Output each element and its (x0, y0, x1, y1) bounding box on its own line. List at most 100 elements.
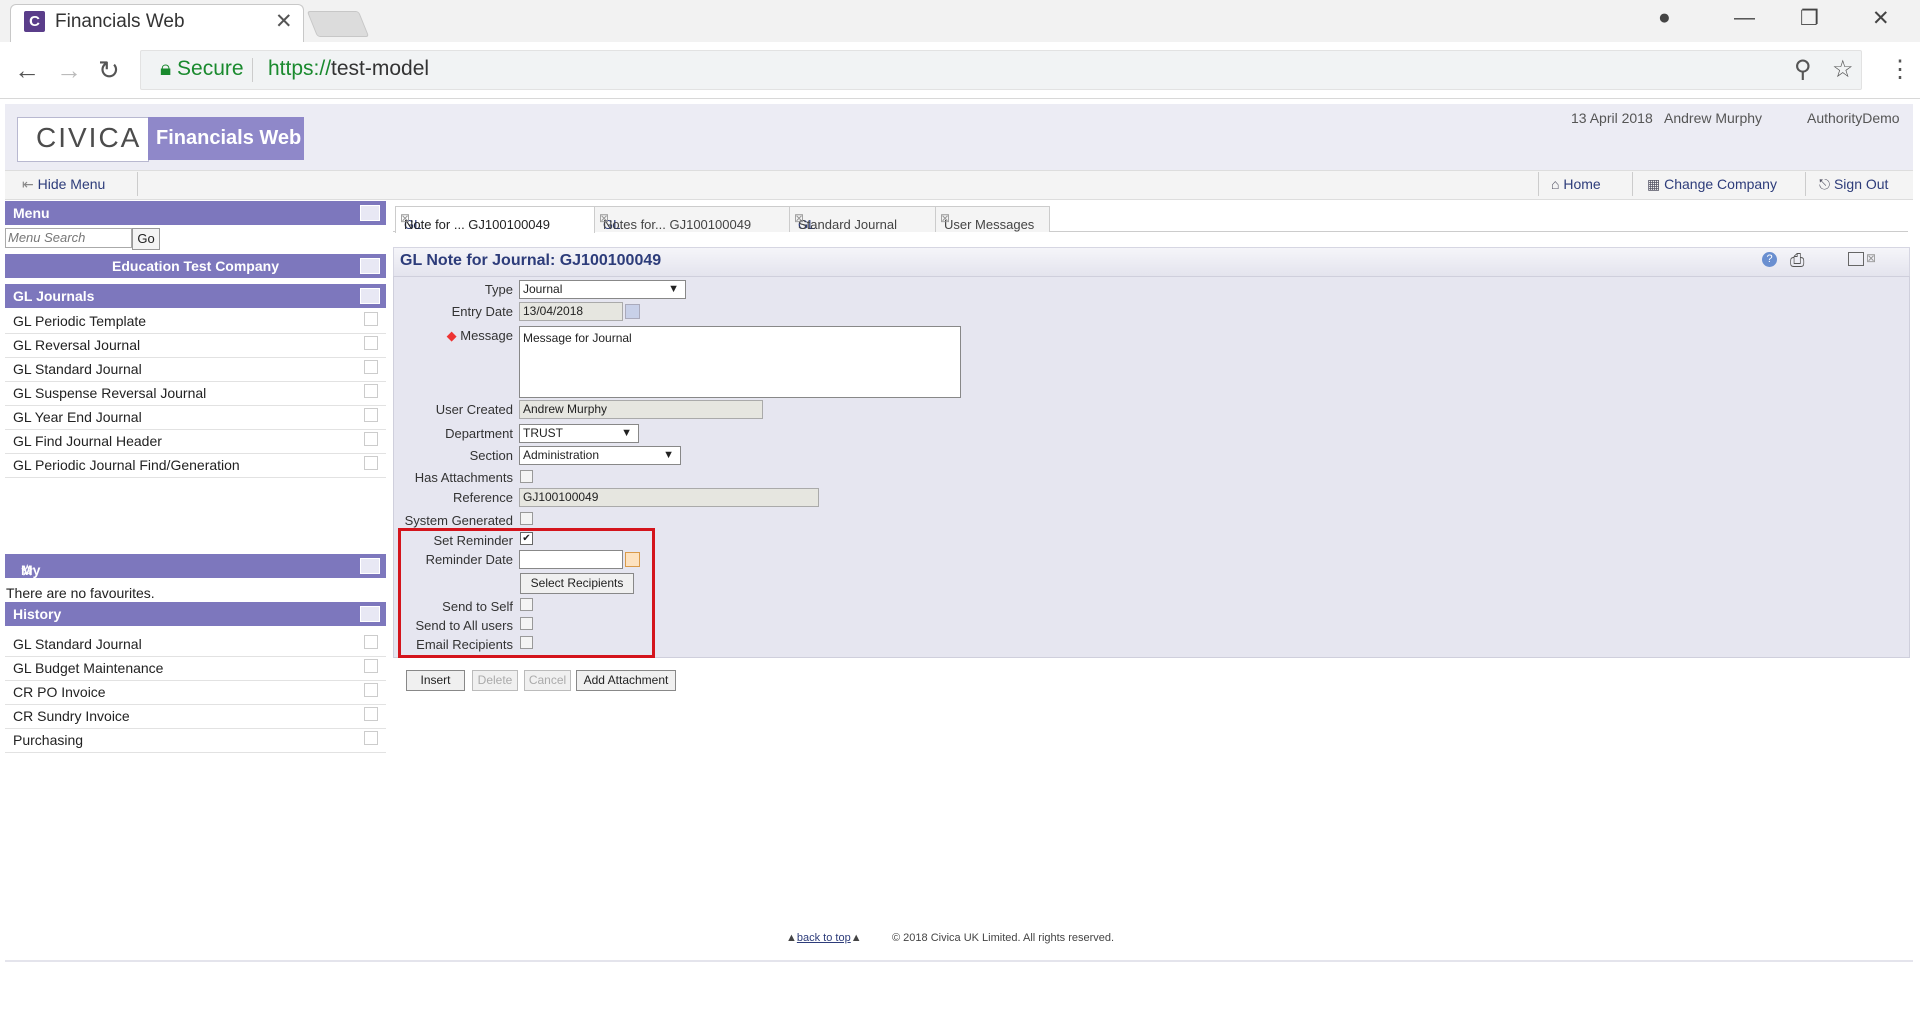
nav-separator (1805, 172, 1806, 196)
type-select[interactable]: Journal ▼ (519, 280, 686, 299)
header-user: Andrew Murphy (1664, 110, 1763, 126)
close-form-icon[interactable]: ⊠ (1866, 251, 1876, 265)
bookmark-star-icon[interactable]: ☆ (1832, 55, 1854, 84)
history-item[interactable]: Purchasing (5, 728, 386, 753)
tab-gl-standard-journal[interactable]: GL Standard Journal ⊠ (789, 206, 936, 232)
open-new-icon[interactable] (364, 456, 378, 470)
history-item[interactable]: GL Standard Journal (5, 632, 386, 657)
open-new-icon[interactable] (364, 707, 378, 721)
menu-item[interactable]: GL Periodic Journal Find/Generation (5, 453, 386, 478)
copyright-text: © 2018 Civica UK Limited. All rights res… (892, 932, 1115, 944)
close-tab-icon[interactable]: ⊠ (599, 211, 786, 225)
system-generated-checkbox (520, 512, 533, 525)
restore-icon[interactable]: ❐ (1800, 6, 1819, 31)
nav-separator (1632, 172, 1633, 196)
menu-search-input[interactable]: Menu Search (5, 228, 132, 248)
set-reminder-label: Set Reminder (433, 533, 513, 548)
department-select[interactable]: TRUST ▼ (519, 424, 639, 443)
menu-item[interactable]: GL Suspense Reversal Journal (5, 381, 386, 406)
reference-field: GJ100100049 (519, 488, 819, 507)
panel-toggle-icon[interactable] (360, 258, 380, 274)
sign-out-link[interactable]: ⎋ Sign Out (1819, 176, 1888, 193)
send-to-self-checkbox[interactable] (520, 598, 533, 611)
forward-icon[interactable]: → (56, 55, 82, 86)
dropdown-arrow-icon: ▼ (621, 427, 632, 439)
reload-icon[interactable]: ↻ (98, 55, 120, 86)
back-to-top-link[interactable]: ▲back to top▲ (786, 932, 862, 944)
browser-menu-icon[interactable]: ⋮ (1888, 55, 1912, 84)
minimize-icon[interactable]: — (1734, 6, 1755, 30)
send-to-all-checkbox[interactable] (520, 617, 533, 630)
close-tab-icon[interactable]: ✕ (275, 9, 293, 34)
calendar-icon[interactable] (625, 552, 640, 567)
new-tab-button[interactable] (306, 11, 370, 37)
open-new-icon[interactable] (364, 408, 378, 422)
form-title: GL Note for Journal: GJ100100049 (400, 252, 662, 269)
hide-menu-button[interactable]: ⇤ Hide Menu (22, 176, 105, 193)
print-icon[interactable]: ⎙ (1790, 250, 1804, 271)
menu-item[interactable]: GL Reversal Journal (5, 333, 386, 358)
insert-button[interactable]: Insert (406, 670, 465, 691)
open-new-icon[interactable] (364, 731, 378, 745)
email-recipients-label: Email Recipients (416, 637, 513, 652)
system-generated-label: System Generated (404, 513, 513, 528)
history-header: History (5, 602, 386, 626)
back-icon[interactable]: ← (14, 55, 40, 86)
select-recipients-button[interactable]: Select Recipients (520, 573, 634, 594)
profile-icon[interactable]: ● (1658, 6, 1671, 30)
close-tab-icon[interactable]: ⊠ (400, 211, 591, 225)
reference-label: Reference (453, 490, 513, 505)
open-new-icon[interactable] (364, 312, 378, 326)
menu-item[interactable]: GL Find Journal Header (5, 429, 386, 454)
set-reminder-checkbox[interactable]: ✔ (520, 532, 533, 545)
open-new-icon[interactable] (364, 384, 378, 398)
menu-item[interactable]: GL Periodic Template (5, 309, 386, 334)
panel-toggle-icon[interactable] (360, 606, 380, 622)
menu-search-go-button[interactable]: Go (132, 228, 160, 250)
change-company-link[interactable]: ▦ Change Company (1647, 176, 1777, 193)
app-name: Financials Web (156, 127, 302, 149)
history-item[interactable]: CR Sundry Invoice (5, 704, 386, 729)
menu-item[interactable]: GL Standard Journal (5, 357, 386, 382)
tab-gl-note[interactable]: GL Note for ... GJ100100049 ⊠ (395, 206, 595, 233)
header-date: 13 April 2018 (1571, 110, 1653, 126)
secure-indicator[interactable]: 🔒︎ Secure (160, 57, 244, 81)
panel-pin-icon[interactable] (360, 288, 380, 304)
department-label: Department (445, 426, 513, 441)
section-select[interactable]: Administration ▼ (519, 446, 681, 465)
open-new-icon[interactable] (364, 683, 378, 697)
has-attachments-checkbox (520, 470, 533, 483)
home-icon: ⌂ (1551, 176, 1564, 192)
menu-item[interactable]: GL Year End Journal (5, 405, 386, 430)
close-window-icon[interactable]: ✕ (1872, 6, 1890, 31)
panel-toggle-icon[interactable] (360, 558, 380, 574)
open-new-icon[interactable] (364, 360, 378, 374)
history-item[interactable]: CR PO Invoice (5, 680, 386, 705)
tab-user-messages[interactable]: User Messages ⊠ (935, 206, 1050, 232)
send-to-self-label: Send to Self (442, 599, 513, 614)
email-recipients-checkbox[interactable] (520, 636, 533, 649)
close-tab-icon[interactable]: ⊠ (940, 211, 1046, 225)
top-menubar (5, 170, 1913, 200)
home-link[interactable]: ⌂ Home (1551, 176, 1601, 192)
reminder-date-field[interactable] (519, 550, 623, 569)
open-new-icon[interactable] (364, 336, 378, 350)
close-tab-icon[interactable]: ⊠ (794, 211, 932, 225)
message-label: ◆ Message (446, 328, 513, 343)
add-attachment-button[interactable]: Add Attachment (576, 670, 676, 691)
tab-gl-notes[interactable]: GL Notes for... GJ100100049 ⊠ (594, 206, 790, 232)
help-icon[interactable]: ? (1762, 252, 1777, 267)
open-new-icon[interactable] (364, 635, 378, 649)
calendar-icon (625, 304, 640, 319)
window-icon[interactable] (1848, 252, 1864, 266)
history-item[interactable]: GL Budget Maintenance (5, 656, 386, 681)
open-new-icon[interactable] (364, 659, 378, 673)
message-textarea[interactable]: Message for Journal (519, 326, 961, 398)
zoom-icon[interactable]: ⚲ (1794, 55, 1812, 84)
menu-panel-header: Menu (5, 201, 386, 225)
panel-toggle-icon[interactable] (360, 205, 380, 221)
cancel-button: Cancel (524, 670, 571, 691)
open-new-icon[interactable] (364, 432, 378, 446)
url-text[interactable]: https://test-model (268, 57, 429, 81)
gl-journals-header[interactable]: GL Journals (5, 284, 386, 308)
